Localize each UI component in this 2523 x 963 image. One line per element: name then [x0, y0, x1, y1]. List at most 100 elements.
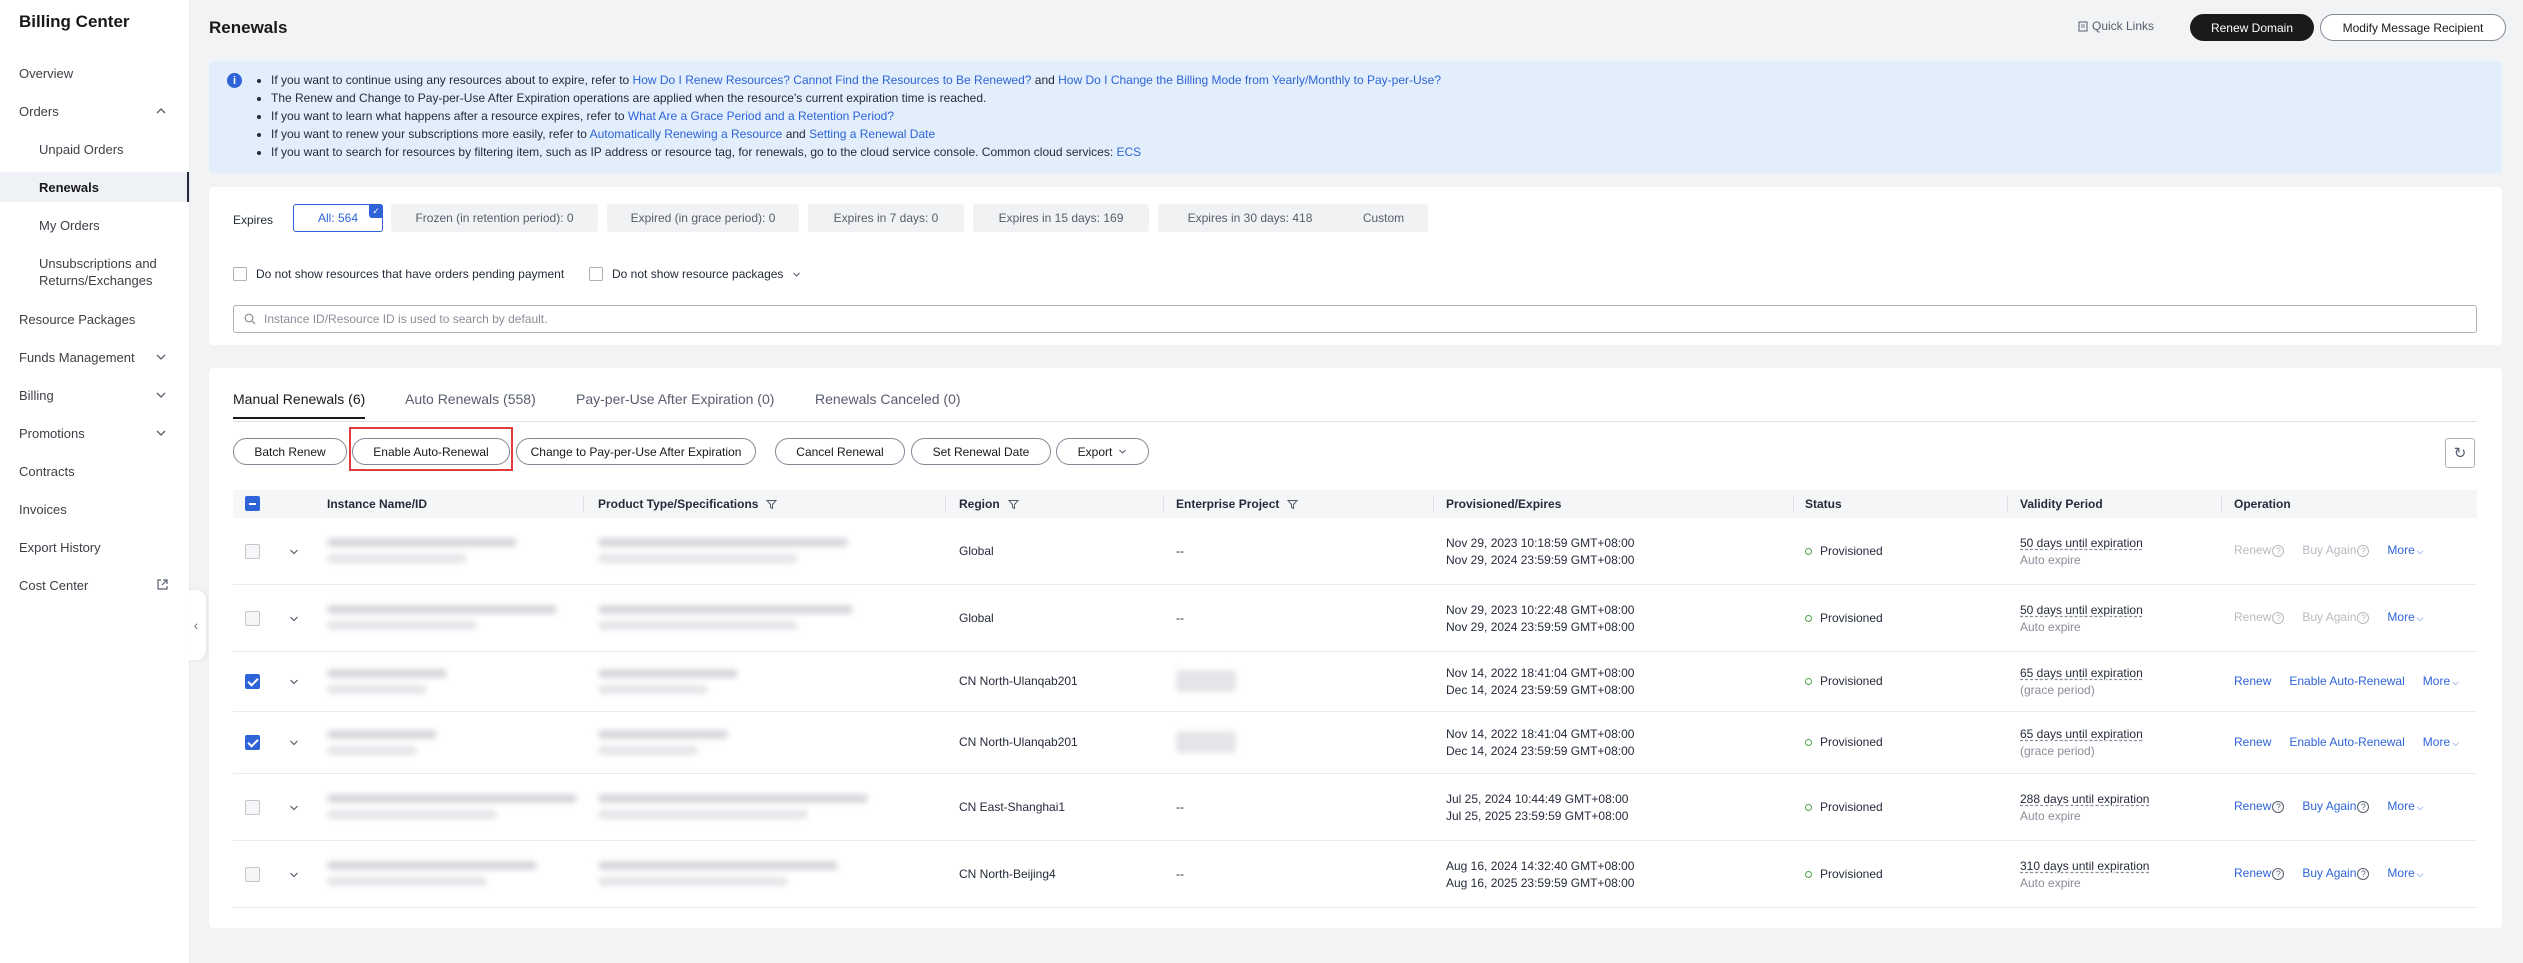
renew-resources-link[interactable]: How Do I Renew Resources? Cannot Find th…: [633, 73, 1032, 87]
chevron-down-icon[interactable]: [289, 803, 299, 813]
sidebar-item-cost-center[interactable]: Cost Center: [0, 570, 189, 600]
chip-expires-30[interactable]: Expires in 30 days: 418: [1158, 204, 1342, 232]
cancel-renewal-button[interactable]: Cancel Renewal: [775, 438, 905, 465]
chevron-down-icon[interactable]: [289, 738, 299, 748]
export-button[interactable]: Export: [1056, 438, 1149, 465]
ecs-link[interactable]: ECS: [1117, 145, 1142, 159]
sidebar-item-unsubscriptions[interactable]: Unsubscriptions and Returns/Exchanges: [0, 250, 189, 294]
sidebar-item-promotions[interactable]: Promotions: [0, 418, 189, 448]
row-checkbox[interactable]: [245, 544, 260, 559]
row-checkbox[interactable]: [245, 674, 260, 689]
renew-link[interactable]: Renew?: [2234, 866, 2285, 880]
enable-auto-renewal-link[interactable]: Enable Auto-Renewal: [2289, 674, 2404, 688]
filter-icon[interactable]: [1287, 499, 1299, 510]
sidebar-item-orders[interactable]: Orders: [0, 96, 189, 126]
quick-links-link[interactable]: Quick Links: [2078, 19, 2154, 33]
sidebar-item-renewals[interactable]: Renewals: [0, 172, 189, 202]
chip-all[interactable]: All: 564 ✓: [293, 204, 383, 232]
sidebar-collapse-button[interactable]: ‹: [186, 590, 206, 660]
sidebar-item-label: Overview: [19, 65, 74, 81]
sidebar-item-export-history[interactable]: Export History: [0, 532, 189, 562]
auto-renew-link[interactable]: Automatically Renewing a Resource: [590, 127, 783, 141]
chip-expired[interactable]: Expired (in grace period): 0: [607, 204, 799, 232]
row-checkbox[interactable]: [245, 800, 260, 815]
sidebar-item-resource-packages[interactable]: Resource Packages: [0, 304, 189, 334]
renew-domain-button[interactable]: Renew Domain: [2190, 14, 2314, 41]
header-provisioned: Provisioned/Expires: [1446, 497, 1561, 511]
provisioned-time: Nov 14, 2022 18:41:04 GMT+08:00: [1446, 727, 1635, 741]
row-checkbox[interactable]: [245, 867, 260, 882]
redacted-product-type: [598, 730, 728, 739]
renew-link[interactable]: Renew?: [2234, 543, 2285, 557]
sidebar-item-contracts[interactable]: Contracts: [0, 456, 189, 486]
resource-packages-checkbox[interactable]: [589, 267, 603, 281]
pending-payment-option[interactable]: Do not show resources that have orders p…: [233, 267, 564, 281]
tab-manual-renewals[interactable]: Manual Renewals (6): [233, 391, 366, 419]
chevron-down-icon[interactable]: [289, 614, 299, 624]
renew-link[interactable]: Renew?: [2234, 799, 2285, 813]
redacted-instance-name: [327, 669, 447, 678]
chip-expires-7[interactable]: Expires in 7 days: 0: [808, 204, 964, 232]
tab-pay-per-use[interactable]: Pay-per-Use After Expiration (0): [576, 391, 774, 417]
sidebar-item-billing[interactable]: Billing: [0, 380, 189, 410]
more-menu[interactable]: More ⌵: [2387, 543, 2423, 557]
sidebar-item-overview[interactable]: Overview: [0, 58, 189, 88]
row-checkbox[interactable]: [245, 611, 260, 626]
more-menu[interactable]: More ⌵: [2387, 610, 2423, 624]
more-menu[interactable]: More ⌵: [2423, 735, 2459, 749]
validity-text[interactable]: 65 days until expiration: [2020, 726, 2143, 743]
modify-message-recipient-button[interactable]: Modify Message Recipient: [2320, 14, 2506, 41]
chevron-down-icon: ⌵: [2416, 869, 2424, 879]
buy-again-link[interactable]: Buy Again?: [2302, 610, 2370, 624]
resource-packages-option[interactable]: Do not show resource packages: [589, 267, 801, 281]
sidebar-item-invoices[interactable]: Invoices: [0, 494, 189, 524]
chevron-down-icon[interactable]: [289, 870, 299, 880]
set-renewal-date-button[interactable]: Set Renewal Date: [911, 438, 1051, 465]
buy-again-link[interactable]: Buy Again?: [2302, 799, 2370, 813]
renew-link[interactable]: Renew: [2234, 674, 2271, 688]
validity-text[interactable]: 288 days until expiration: [2020, 791, 2149, 808]
validity-text[interactable]: 65 days until expiration: [2020, 665, 2143, 682]
chip-expires-15[interactable]: Expires in 15 days: 169: [973, 204, 1149, 232]
buy-again-link[interactable]: Buy Again?: [2302, 866, 2370, 880]
grace-period-link[interactable]: What Are a Grace Period and a Retention …: [628, 109, 894, 123]
renew-link[interactable]: Renew?: [2234, 610, 2285, 624]
renewal-date-link[interactable]: Setting a Renewal Date: [809, 127, 935, 141]
tab-auto-renewals[interactable]: Auto Renewals (558): [405, 391, 536, 417]
chevron-down-icon[interactable]: [289, 677, 299, 687]
sidebar-item-my-orders[interactable]: My Orders: [0, 210, 189, 240]
enable-auto-renewal-link[interactable]: Enable Auto-Renewal: [2289, 735, 2404, 749]
validity-cell: 65 days until expiration (grace period): [2020, 726, 2143, 760]
tab-renewals-canceled[interactable]: Renewals Canceled (0): [815, 391, 961, 417]
notice-text: and: [782, 127, 810, 141]
sidebar-item-unpaid-orders[interactable]: Unpaid Orders: [0, 134, 189, 164]
more-menu[interactable]: More ⌵: [2387, 866, 2423, 880]
search-input[interactable]: Instance ID/Resource ID is used to searc…: [233, 305, 2477, 333]
chip-custom[interactable]: Custom: [1339, 204, 1428, 232]
notice-text: If you want to continue using any resour…: [271, 73, 633, 87]
change-to-pay-per-use-button[interactable]: Change to Pay-per-Use After Expiration: [516, 438, 756, 465]
operation-cell: Renew? Buy Again? More ⌵: [2234, 866, 2424, 880]
validity-text[interactable]: 50 days until expiration: [2020, 535, 2143, 552]
chevron-down-icon[interactable]: [289, 547, 299, 557]
refresh-button[interactable]: ↻: [2445, 438, 2475, 468]
resource-packages-label: Do not show resource packages: [612, 267, 784, 281]
question-icon: ?: [2272, 545, 2285, 557]
more-menu[interactable]: More ⌵: [2423, 674, 2459, 688]
more-menu[interactable]: More ⌵: [2387, 799, 2423, 813]
change-billing-mode-link[interactable]: How Do I Change the Billing Mode from Ye…: [1058, 73, 1441, 87]
sidebar-item-funds-management[interactable]: Funds Management: [0, 342, 189, 372]
batch-renew-button[interactable]: Batch Renew: [233, 438, 347, 465]
validity-text[interactable]: 50 days until expiration: [2020, 602, 2143, 619]
validity-text[interactable]: 310 days until expiration: [2020, 858, 2149, 875]
buy-again-link[interactable]: Buy Again?: [2302, 543, 2370, 557]
chip-label: Expired (in grace period): 0: [630, 211, 776, 225]
pending-payment-checkbox[interactable]: [233, 267, 247, 281]
filter-icon[interactable]: [1007, 499, 1019, 510]
select-all-checkbox[interactable]: [245, 496, 260, 511]
filter-icon[interactable]: [766, 499, 778, 510]
renew-link[interactable]: Renew: [2234, 735, 2271, 749]
validity-cell: 65 days until expiration (grace period): [2020, 665, 2143, 699]
row-checkbox[interactable]: [245, 735, 260, 750]
chip-frozen[interactable]: Frozen (in retention period): 0: [391, 204, 598, 232]
